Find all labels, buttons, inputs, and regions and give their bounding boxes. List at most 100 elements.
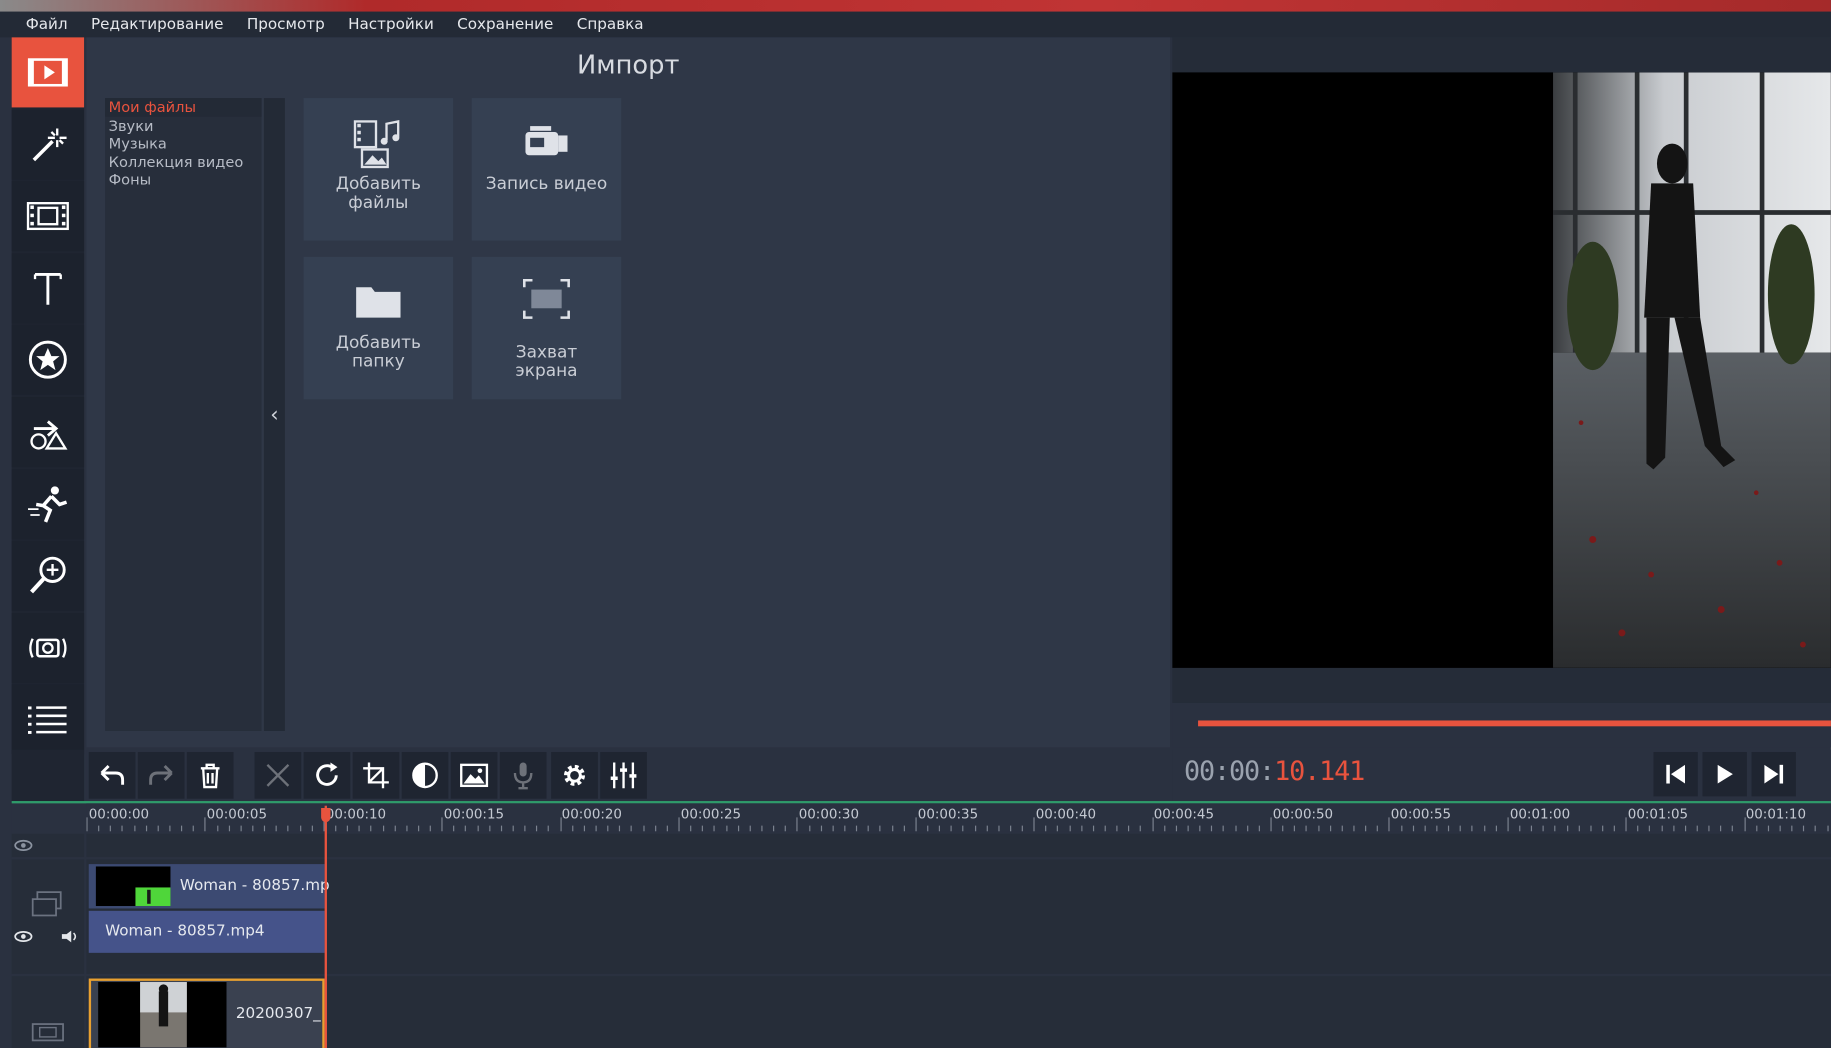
skip-to-end-button[interactable] bbox=[1751, 751, 1796, 797]
tick-label: 00:00:55 bbox=[1390, 805, 1452, 823]
screen-capture-label: Захват экрана bbox=[515, 343, 578, 381]
overlay-track-icon bbox=[31, 891, 62, 917]
folder-icon bbox=[356, 287, 401, 318]
title-strip bbox=[0, 0, 1831, 12]
list-menu-icon bbox=[28, 706, 67, 735]
transitions-tool-button[interactable] bbox=[11, 181, 85, 252]
filters-tool-button[interactable] bbox=[11, 109, 85, 180]
tree-item-backgrounds[interactable]: Фоны bbox=[105, 170, 261, 188]
preview-top-bar bbox=[1172, 37, 1831, 73]
timecode-seconds: 10.141 bbox=[1274, 756, 1365, 788]
clip-settings-button[interactable] bbox=[551, 751, 598, 799]
microphone-icon bbox=[513, 762, 533, 790]
video-preview-screen[interactable] bbox=[1172, 72, 1831, 668]
tree-item-my-files[interactable]: Мои файлы bbox=[105, 98, 262, 117]
zoom-tool-button[interactable] bbox=[11, 540, 85, 611]
film-transition-icon bbox=[26, 202, 69, 231]
record-voice-button[interactable] bbox=[499, 751, 547, 799]
overlay-audio-clip[interactable]: Woman - 80857.mp4 bbox=[88, 910, 325, 953]
tick-label: 00:00:25 bbox=[680, 805, 742, 823]
speaker-icon[interactable] bbox=[61, 929, 80, 943]
skip-to-start-button[interactable] bbox=[1653, 751, 1698, 797]
timeline-ruler[interactable]: 00:00:00 00:00:05 00:00:10 00:00:15 00:0… bbox=[86, 803, 1831, 832]
add-files-label: Добавить файлы bbox=[335, 175, 421, 213]
contrast-icon bbox=[412, 762, 438, 789]
eye-icon[interactable] bbox=[14, 838, 33, 852]
crop-icon bbox=[363, 762, 389, 789]
timeline[interactable]: 00:00:00 00:00:05 00:00:10 00:00:15 00:0… bbox=[11, 801, 1831, 1048]
record-video-label: Запись видео bbox=[485, 175, 608, 194]
equalizer-button[interactable] bbox=[600, 751, 647, 799]
stabilization-tool-button[interactable] bbox=[11, 612, 85, 683]
tree-item-video-collection[interactable]: Коллекция видео bbox=[105, 152, 261, 170]
camera-shake-icon bbox=[29, 637, 67, 658]
zoom-in-icon bbox=[30, 556, 66, 594]
playback-progress-bar[interactable] bbox=[1198, 720, 1831, 727]
menu-help[interactable]: Справка bbox=[577, 16, 644, 34]
menu-bar: Файл Редактирование Просмотр Настройки С… bbox=[0, 11, 1831, 38]
video-camera-icon bbox=[525, 126, 568, 156]
tick-label: 00:01:05 bbox=[1627, 805, 1689, 823]
main-video-clip[interactable]: 20200307_ bbox=[88, 978, 325, 1048]
cut-button[interactable] bbox=[254, 751, 302, 799]
film-import-icon bbox=[27, 58, 68, 87]
redo-icon bbox=[149, 764, 173, 785]
stickers-tool-button[interactable] bbox=[11, 325, 85, 396]
more-tools-button[interactable] bbox=[11, 684, 85, 755]
crop-button[interactable] bbox=[352, 751, 400, 799]
rotate-button[interactable] bbox=[303, 751, 351, 799]
tree-item-sounds[interactable]: Звуки bbox=[105, 116, 261, 134]
image-icon bbox=[460, 763, 489, 788]
overlay-video-clip[interactable]: Woman - 80857.mp bbox=[88, 864, 330, 909]
timecode-display: 00:00:10.141 bbox=[1184, 756, 1365, 788]
shapes-arrow-icon bbox=[30, 420, 68, 450]
add-folder-button[interactable]: Добавить папку bbox=[303, 256, 454, 400]
tick-label: 00:00:00 bbox=[88, 805, 150, 823]
track-head-main bbox=[11, 976, 85, 1048]
undo-button[interactable] bbox=[88, 751, 136, 799]
titles-tool-button[interactable] bbox=[11, 253, 85, 324]
play-button[interactable] bbox=[1702, 751, 1747, 797]
add-files-button[interactable]: Добавить файлы bbox=[303, 98, 454, 241]
eye-icon[interactable] bbox=[14, 929, 33, 943]
import-tool-button[interactable] bbox=[11, 37, 85, 108]
undo-icon bbox=[100, 764, 125, 785]
overlay-audio-name: Woman - 80857.mp4 bbox=[105, 922, 265, 940]
screen-capture-button[interactable]: Захват экрана bbox=[471, 256, 622, 400]
collapse-tree-button[interactable]: ‹ bbox=[263, 98, 285, 731]
text-t-icon bbox=[33, 272, 62, 305]
record-video-button[interactable]: Запись видео bbox=[471, 98, 622, 241]
tick-label: 00:00:15 bbox=[443, 805, 505, 823]
tick-label: 00:00:40 bbox=[1035, 805, 1097, 823]
main-video-track-row bbox=[86, 976, 1831, 1048]
clip-thumbnail bbox=[98, 982, 227, 1048]
star-sticker-icon bbox=[28, 341, 67, 380]
delete-button[interactable] bbox=[186, 751, 234, 799]
track-head-top bbox=[11, 833, 85, 858]
tick-label: 00:00:30 bbox=[798, 805, 860, 823]
import-panel: Импорт Мои файлы Звуки Музыка Коллекция … bbox=[86, 37, 1171, 748]
menu-save[interactable]: Сохранение bbox=[457, 16, 553, 34]
image-properties-button[interactable] bbox=[450, 751, 498, 799]
screen-capture-icon bbox=[523, 278, 570, 319]
redo-button[interactable] bbox=[137, 751, 185, 799]
menu-edit[interactable]: Редактирование bbox=[91, 16, 223, 34]
add-media-files-icon bbox=[353, 120, 400, 169]
motion-tool-button[interactable] bbox=[11, 468, 85, 539]
left-toolbar-footer bbox=[11, 749, 85, 803]
tick-label: 00:01:10 bbox=[1745, 805, 1807, 823]
menu-view[interactable]: Просмотр bbox=[247, 16, 325, 34]
preview-panel bbox=[1172, 37, 1831, 748]
callouts-tool-button[interactable] bbox=[11, 396, 85, 468]
skip-back-icon bbox=[1666, 764, 1685, 784]
track-head-overlay bbox=[11, 859, 85, 974]
playhead-handle[interactable] bbox=[321, 808, 331, 823]
play-icon bbox=[1717, 764, 1733, 784]
playhead-line[interactable] bbox=[324, 805, 327, 1048]
tree-item-music[interactable]: Музыка bbox=[105, 134, 261, 152]
menu-file[interactable]: Файл bbox=[26, 16, 68, 34]
menu-settings[interactable]: Настройки bbox=[348, 16, 434, 34]
color-adjust-button[interactable] bbox=[401, 751, 449, 799]
magic-wand-icon bbox=[32, 127, 67, 161]
scissors-icon bbox=[266, 764, 290, 787]
